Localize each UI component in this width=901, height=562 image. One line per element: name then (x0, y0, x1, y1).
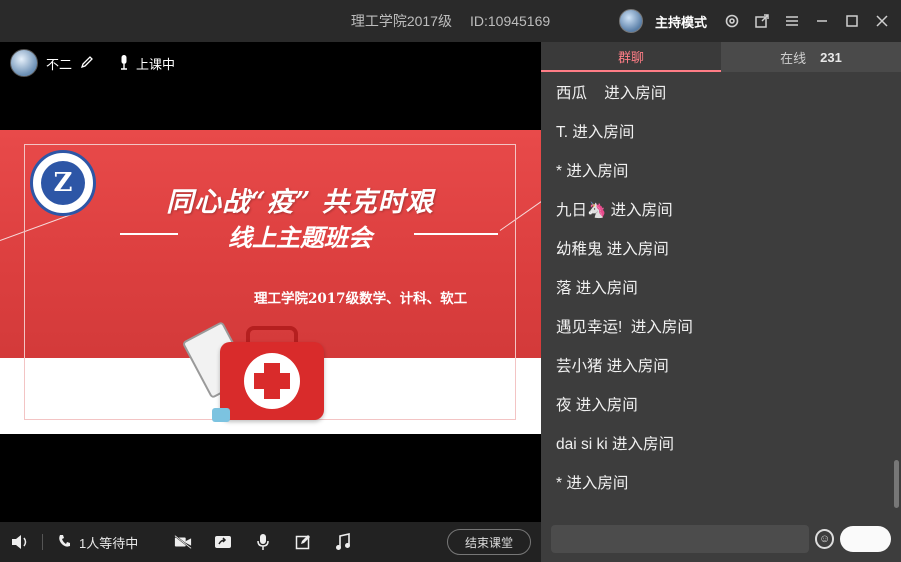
title-bar: 理工学院2017级 ID:10945169 主持模式 (0, 0, 901, 42)
bottle-icon (212, 408, 230, 422)
pen-icon (80, 55, 94, 72)
tab-group-chat-label: 群聊 (617, 49, 644, 65)
chat-input[interactable] (551, 525, 809, 553)
minimize-icon[interactable] (813, 12, 831, 30)
presenter-avatar[interactable] (10, 49, 38, 77)
chat-message: * 进入房间 (556, 474, 629, 492)
chat-message: dai si ki 进入房间 (556, 435, 674, 453)
video-stage: 不二 上课中 Z 同心战“疫” 共克时艰 线上主题班会 理工学院2017级数学、… (0, 42, 541, 522)
edit-icon[interactable] (294, 533, 312, 551)
emoji-icon[interactable]: ☺ (814, 529, 835, 549)
chat-scrollbar[interactable] (894, 460, 899, 508)
tab-online[interactable]: 在线 231 (721, 42, 901, 72)
chat-message: * 进入房间 (556, 162, 629, 180)
presenter-bar: 不二 上课中 (10, 48, 175, 78)
chat-message: 西瓜 进入房间 (556, 84, 667, 102)
send-button[interactable] (840, 526, 891, 552)
mic-icon (118, 54, 130, 73)
online-count: 231 (820, 49, 842, 65)
slide-divider (414, 233, 498, 235)
chat-input-area: ☺ (551, 524, 891, 554)
microphone-icon[interactable] (254, 533, 272, 551)
chat-message: 九日🦄 进入房间 (556, 201, 673, 219)
slide-credit: 理工学院2017级数学、计科、软工 (254, 291, 468, 307)
room-name: 理工学院2017级 (350, 13, 452, 29)
presenter-name: 不二 (46, 56, 73, 72)
camera-off-icon[interactable] (174, 533, 192, 551)
waiting-queue-label: 1人等待中 (79, 535, 139, 551)
chat-panel: 群聊 在线 231 西瓜 进入房间 T. 进入房间 * 进入房间 九日🦄 进入房… (541, 42, 901, 562)
chat-message: 落 进入房间 (556, 279, 638, 297)
tab-online-label: 在线 (780, 50, 807, 66)
chat-message: 幼稚鬼 进入房间 (556, 240, 669, 258)
waiting-queue-button[interactable]: 1人等待中 (57, 533, 138, 552)
maximize-icon[interactable] (843, 12, 861, 30)
school-logo-icon: Z (30, 150, 96, 216)
bottom-toolbar: 1人等待中 结束课堂 (0, 522, 541, 562)
slide-subtitle: 线上主题班会 (228, 223, 372, 252)
toolbar-divider (42, 534, 43, 550)
chat-message: 芸小猪 进入房间 (556, 357, 669, 375)
media-controls (174, 533, 352, 551)
chat-message: 遇见幸运! 进入房间 (556, 318, 693, 336)
phone-icon (57, 533, 73, 552)
chat-message-list[interactable]: 西瓜 进入房间 T. 进入房间 * 进入房间 九日🦄 进入房间 幼稚鬼 进入房间… (541, 72, 893, 516)
popout-icon[interactable] (753, 12, 771, 30)
volume-icon[interactable] (10, 533, 30, 551)
presentation-slide: Z 同心战“疫” 共克时艰 线上主题班会 理工学院2017级数学、计科、软工 (0, 130, 541, 434)
class-status-label: 上课中 (136, 56, 176, 72)
slide-title: 同心战“疫” 共克时艰 (166, 187, 434, 218)
class-status: 上课中 (118, 54, 175, 73)
panel-tabs: 群聊 在线 231 (541, 42, 901, 72)
screen-share-icon[interactable] (214, 533, 232, 551)
chat-message: T. 进入房间 (556, 123, 635, 141)
settings-icon[interactable] (723, 12, 741, 30)
chat-message: 夜 进入房间 (556, 396, 638, 414)
medical-cross-icon (254, 373, 290, 389)
host-avatar[interactable] (618, 9, 643, 33)
tab-group-chat[interactable]: 群聊 (541, 42, 721, 72)
music-icon[interactable] (334, 533, 352, 551)
close-icon[interactable] (873, 12, 891, 30)
slide-divider (120, 233, 178, 235)
menu-icon[interactable] (783, 12, 801, 30)
room-id: ID:10945169 (469, 13, 551, 29)
end-class-button[interactable]: 结束课堂 (447, 529, 531, 555)
host-mode-label[interactable]: 主持模式 (655, 12, 707, 31)
